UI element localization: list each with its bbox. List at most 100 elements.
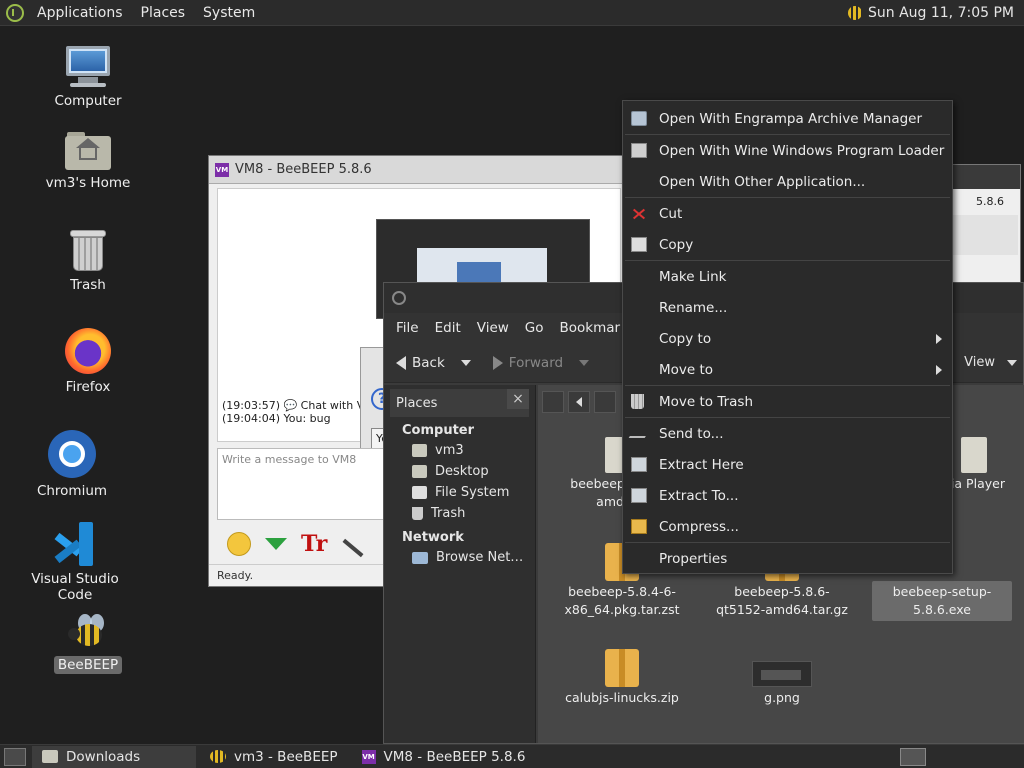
close-sidebar-icon[interactable]: × [507,389,529,409]
menu-item-properties[interactable]: Properties [623,543,952,574]
back-label: Back [412,354,445,371]
clock[interactable]: Sun Aug 11, 7:05 PM [868,5,1014,21]
sidebar-item-label: Desktop [435,464,489,479]
menu-item-label: Send to... [659,425,724,442]
download-arrow-icon[interactable] [265,538,287,550]
menu-view[interactable]: View [469,320,517,336]
forward-arrow-icon [492,355,503,370]
menu-edit[interactable]: Edit [427,320,469,336]
emoticon-icon[interactable] [227,532,251,556]
sidebar-item-label: vm3 [435,443,464,458]
desktop-icon-vscode[interactable]: Visual Studio Code [14,522,136,604]
back-button[interactable]: Back [394,355,455,371]
drive-icon [412,486,427,499]
taskbar: Downloads vm3 - BeeBEEP VM VM8 - BeeBEEP… [0,744,1024,768]
menu-item-label: Open With Wine Windows Program Loader [659,142,945,159]
window-titlebar[interactable] [946,165,1020,189]
menu-item-label: Move to Trash [659,393,754,410]
context-menu: Open With Engrampa Archive Manager Open W… [622,100,953,574]
chromium-icon [48,430,96,478]
desktop-icon-label: Trash [70,277,106,293]
sidebar-item-vm3[interactable]: vm3 [384,440,535,461]
menu-item-copy-to[interactable]: Copy to [623,323,952,354]
wine-icon [631,143,647,158]
file-item[interactable]: g.png [712,661,852,709]
sidebar-title: Places [396,395,438,411]
menu-go[interactable]: Go [517,320,552,336]
system-menu[interactable]: System [194,0,264,26]
places-menu[interactable]: Places [132,0,195,26]
document-icon [961,437,987,473]
menu-item-send-to[interactable]: Send to... [623,418,952,449]
edit-path-icon[interactable] [542,391,564,413]
file-item[interactable]: calubjs-linucks.zip [552,649,692,709]
workspace-switcher[interactable] [900,748,926,766]
window-titlebar[interactable]: VM VM8 - BeeBEEP 5.8.6 [209,156,627,184]
path-left-arrow-icon[interactable] [568,391,590,413]
version-label: 5.8.6 [976,195,1004,208]
desktop-icon-label: Firefox [65,379,111,395]
applications-menu[interactable]: Applications [28,0,132,26]
desktop-icon-label: Chromium [36,483,108,499]
menu-item-extract-here[interactable]: Extract Here [623,449,952,480]
folder-icon [42,750,58,763]
menu-item-open-with-wine-windows-program-loader[interactable]: Open With Wine Windows Program Loader [623,135,952,166]
view-selector[interactable]: View [964,355,1017,370]
menu-item-compress[interactable]: Compress... [623,511,952,542]
forward-label: Forward [508,354,564,371]
desktop-icon-home[interactable]: vm3's Home [33,130,143,192]
toolbar [950,215,1018,255]
menu-item-open-with-engrampa-archive-manager[interactable]: Open With Engrampa Archive Manager [623,103,952,134]
file-label: calubjs-linucks.zip [565,690,679,705]
forward-button[interactable]: Forward [491,355,573,371]
desktop-icon-firefox[interactable]: Firefox [33,328,143,396]
show-desktop-icon[interactable] [4,747,26,766]
cut-icon [631,206,647,221]
menu-bookmarks[interactable]: Bookmar [552,320,629,336]
menu-item-label: Cut [659,205,683,222]
menu-item-label: Rename... [659,299,728,316]
sidebar-item-file-system[interactable]: File System [384,482,535,503]
task-vm8-beebeep[interactable]: VM VM8 - BeeBEEP 5.8.6 [352,746,536,768]
back-history-dropdown[interactable] [460,359,471,366]
distro-menu-icon[interactable] [6,3,24,22]
window-menu-icon[interactable] [392,291,406,305]
image-thumbnail [752,661,812,687]
menu-item-make-link[interactable]: Make Link [623,261,952,292]
sidebar-item-desktop[interactable]: Desktop [384,461,535,482]
computer-icon [64,46,112,88]
menu-item-label: Extract Here [659,456,744,473]
menu-item-cut[interactable]: Cut [623,198,952,229]
menu-item-move-to[interactable]: Move to [623,354,952,385]
vm-icon: VM [361,749,376,764]
menu-item-open-with-other-application[interactable]: Open With Other Application... [623,166,952,197]
task-label: Downloads [66,748,141,765]
color-picker-icon[interactable] [342,538,364,558]
beebeep-tray-icon[interactable] [848,6,862,20]
sidebar-item-trash[interactable]: Trash [384,503,535,524]
task-vm3-beebeep[interactable]: vm3 - BeeBEEP [200,746,348,768]
font-icon[interactable]: Tr [301,532,327,556]
menu-file[interactable]: File [388,320,427,336]
menu-item-rename[interactable]: Rename... [623,292,952,323]
menu-item-copy[interactable]: Copy [623,229,952,260]
path-home-icon[interactable] [594,391,616,413]
forward-history-dropdown[interactable] [579,359,590,366]
desktop-icon-trash[interactable]: Trash [33,230,143,294]
menu-item-move-to-trash[interactable]: Move to Trash [623,386,952,417]
clock-area: Sun Aug 11, 7:05 PM [848,0,1014,26]
archive-icon [631,111,647,126]
sidebar-item-browse-network[interactable]: Browse Net… [384,547,535,568]
package-icon [605,649,639,687]
desktop-icon-chromium[interactable]: Chromium [17,430,127,500]
desktop-icon-computer[interactable]: Computer [33,46,143,110]
desktop-icon-beebeep[interactable]: BeeBEEP [33,612,143,674]
menu-item-label: Copy to [659,330,712,347]
submenu-arrow-icon [936,334,942,344]
menu-item-extract-to[interactable]: Extract To... [623,480,952,511]
submenu-arrow-icon [936,365,942,375]
sidebar-section-computer: Computer [402,423,475,438]
chat-line: (19:03:57) 💬 Chat with V [222,399,365,412]
task-downloads[interactable]: Downloads [32,745,196,768]
sidebar-item-label: File System [435,485,510,500]
